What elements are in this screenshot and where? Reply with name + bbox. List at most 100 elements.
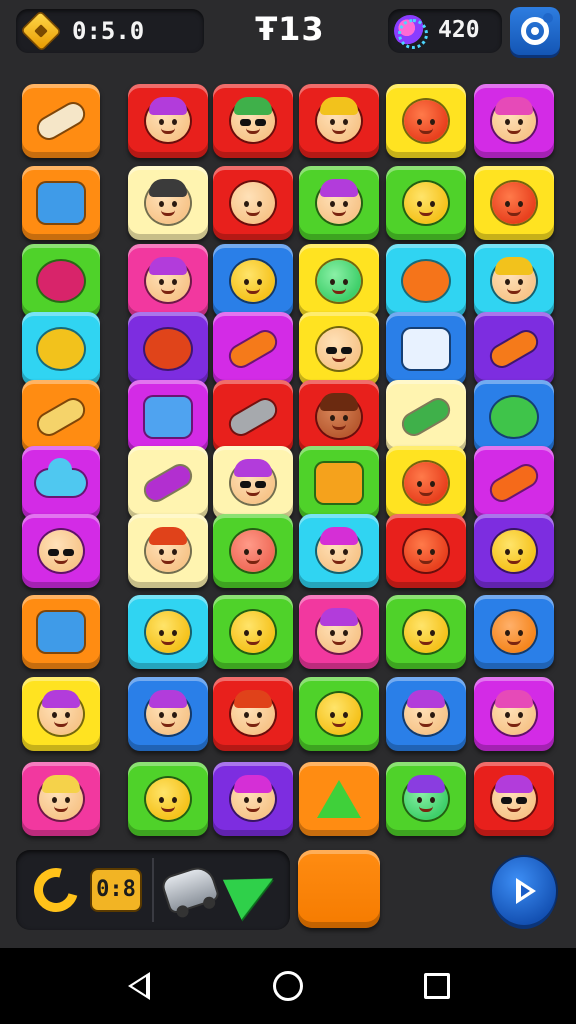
- nav-home-icon[interactable]: [273, 971, 303, 1001]
- board-tile[interactable]: [386, 244, 466, 318]
- board-tile[interactable]: [128, 762, 208, 836]
- board-tile[interactable]: [128, 244, 208, 318]
- board-tile[interactable]: [128, 312, 208, 386]
- board-tile[interactable]: [299, 446, 379, 520]
- eye: [172, 797, 177, 803]
- board-tile[interactable]: [474, 84, 554, 158]
- eye: [518, 201, 523, 207]
- side-tile[interactable]: [22, 84, 100, 158]
- board-tile[interactable]: [474, 677, 554, 751]
- board-tile[interactable]: [386, 380, 466, 454]
- board-tile[interactable]: [213, 595, 293, 669]
- moon-icon[interactable]: [25, 859, 87, 921]
- board-tile[interactable]: [128, 595, 208, 669]
- board-tile[interactable]: [474, 244, 554, 318]
- board-tile[interactable]: [213, 312, 293, 386]
- board-tile[interactable]: [213, 244, 293, 318]
- board-tile[interactable]: [474, 762, 554, 836]
- face-yellow-icon: [404, 611, 448, 653]
- board-tile[interactable]: [299, 677, 379, 751]
- board-tile[interactable]: [299, 166, 379, 240]
- side-tile[interactable]: [22, 166, 100, 240]
- board-tile[interactable]: [474, 514, 554, 588]
- face-purple-hair-glasses-icon: [492, 775, 536, 820]
- side-tile[interactable]: [22, 244, 100, 318]
- nav-back-icon[interactable]: [128, 972, 150, 1000]
- board-tile[interactable]: [299, 380, 379, 454]
- sun-icon: [403, 261, 449, 301]
- powerup-counter: 0:8: [92, 870, 140, 910]
- face-purple-hair-icon: [146, 97, 190, 142]
- board-tile[interactable]: [128, 514, 208, 588]
- board-tile[interactable]: [474, 595, 554, 669]
- play-button[interactable]: [492, 857, 556, 925]
- eggplant-icon: [142, 462, 194, 504]
- board-tile[interactable]: [299, 762, 379, 836]
- board-tile[interactable]: [386, 312, 466, 386]
- board-tile[interactable]: [128, 380, 208, 454]
- board-tile[interactable]: [213, 84, 293, 158]
- face-yellow-icon: [492, 530, 536, 572]
- board-tile[interactable]: [213, 514, 293, 588]
- eye: [330, 549, 335, 555]
- nav-recents-icon[interactable]: [424, 973, 450, 999]
- eye: [417, 549, 422, 555]
- board-tile[interactable]: [213, 166, 293, 240]
- eye: [518, 549, 523, 555]
- board-tile[interactable]: [128, 677, 208, 751]
- board-tile[interactable]: [299, 595, 379, 669]
- side-tile[interactable]: [22, 677, 100, 751]
- board-tile[interactable]: [128, 446, 208, 520]
- eye: [505, 549, 510, 555]
- timer-value: 0:5.0: [72, 17, 145, 45]
- settings-button[interactable]: [510, 7, 560, 55]
- eye: [159, 549, 164, 555]
- face-orange-icon: [492, 611, 536, 653]
- board-tile[interactable]: [386, 514, 466, 588]
- face-purple-hair-icon: [146, 257, 190, 302]
- board-tile[interactable]: [474, 446, 554, 520]
- face-yellow-icon: [231, 260, 275, 302]
- cart-icon[interactable]: [161, 865, 219, 913]
- board-tile[interactable]: [474, 166, 554, 240]
- board-tile[interactable]: [299, 514, 379, 588]
- arrow-icon[interactable]: [222, 860, 284, 920]
- board-tile[interactable]: [386, 677, 466, 751]
- face-beanie-icon: [146, 179, 190, 224]
- eye: [244, 797, 249, 803]
- mouth: [419, 639, 433, 645]
- timer-panel: 0:5.0: [16, 9, 204, 53]
- board-tile[interactable]: [299, 244, 379, 318]
- board-tile[interactable]: [386, 446, 466, 520]
- eye: [244, 549, 249, 555]
- board-tile[interactable]: [386, 595, 466, 669]
- board-tile[interactable]: [213, 380, 293, 454]
- side-tile[interactable]: [22, 446, 100, 520]
- mouth: [332, 639, 346, 645]
- side-tile[interactable]: [22, 514, 100, 588]
- board-tile[interactable]: [213, 762, 293, 836]
- face-red-hair-icon: [146, 527, 190, 572]
- board-tile[interactable]: [128, 84, 208, 158]
- board-tile[interactable]: [299, 312, 379, 386]
- eye: [244, 712, 249, 718]
- mouth: [246, 806, 260, 812]
- board-tile[interactable]: [386, 166, 466, 240]
- board-tile[interactable]: [299, 84, 379, 158]
- side-tile[interactable]: [22, 595, 100, 669]
- hair: [42, 775, 80, 793]
- board-tile[interactable]: [474, 312, 554, 386]
- eye: [330, 119, 335, 125]
- eye: [343, 279, 348, 285]
- board-tile[interactable]: [213, 677, 293, 751]
- side-tile[interactable]: [22, 380, 100, 454]
- eye: [505, 630, 510, 636]
- board-tile[interactable]: [386, 84, 466, 158]
- board-tile[interactable]: [474, 380, 554, 454]
- board-tile[interactable]: [386, 762, 466, 836]
- board-tile[interactable]: [128, 166, 208, 240]
- side-tile[interactable]: [22, 312, 100, 386]
- side-tile[interactable]: [22, 762, 100, 836]
- board-tile[interactable]: [213, 446, 293, 520]
- next-tile-slot[interactable]: [298, 850, 380, 928]
